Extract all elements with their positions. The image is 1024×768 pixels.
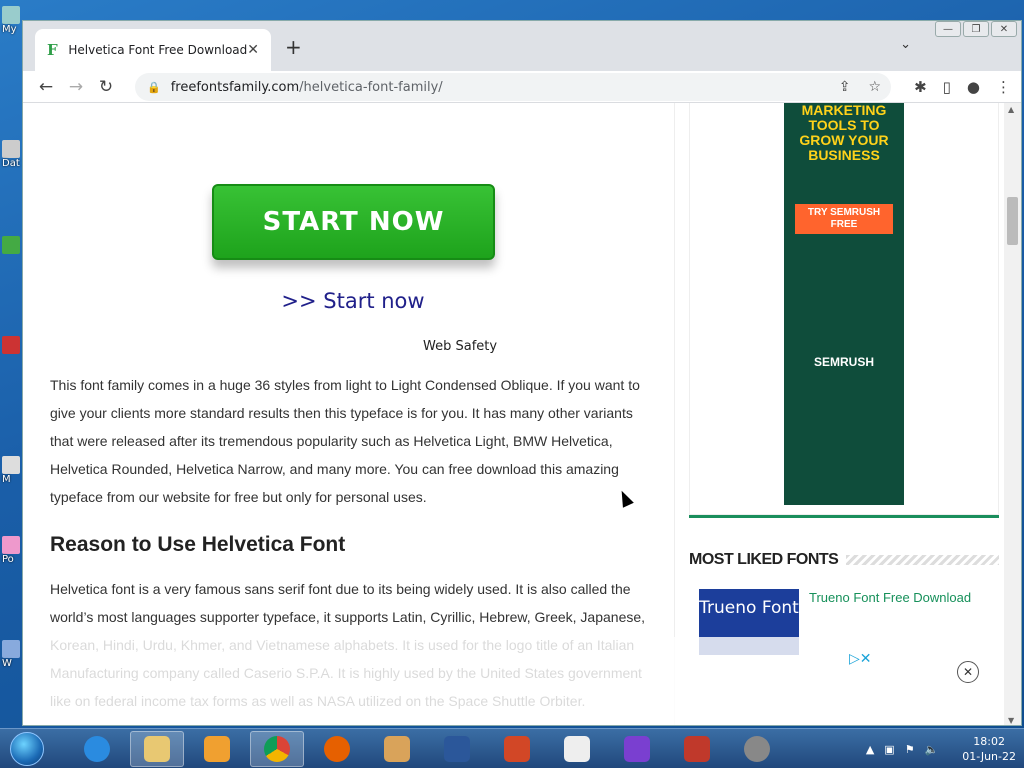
scroll-down-icon[interactable]: ▼ [1008, 716, 1014, 725]
desktop-icon[interactable]: Dat [2, 140, 22, 170]
article: START NOW >> Start now Web Safety This f… [23, 103, 675, 725]
sidebar: MARKETING TOOLS TO GROW YOUR BUSINESS TR… [689, 103, 999, 725]
profile-icon[interactable]: ● [967, 78, 980, 96]
ad-headline: MARKETING TOOLS TO GROW YOUR BUSINESS [799, 103, 889, 163]
restore-icon[interactable]: ❐ [963, 21, 989, 37]
sidebar-divider [689, 515, 999, 518]
start-now-link[interactable]: >> Start now [23, 289, 683, 313]
clock[interactable]: 18:02 01-Jun-22 [962, 734, 1016, 764]
word-icon[interactable] [430, 731, 484, 767]
app-icon[interactable] [610, 731, 664, 767]
window-controls: — ❐ ✕ [935, 21, 1017, 37]
stripe-decoration [846, 555, 999, 565]
tray-expand-icon[interactable]: ▲ [866, 743, 874, 756]
scroll-thumb[interactable] [1007, 197, 1018, 245]
browser-window: F Helvetica Font Free Download ✕ + ⌄ — ❐… [22, 20, 1022, 726]
clock-time: 18:02 [973, 735, 1005, 748]
paint-icon[interactable] [370, 731, 424, 767]
clock-date: 01-Jun-22 [962, 750, 1016, 763]
desktop-icon[interactable]: My [2, 6, 22, 36]
firefox-icon[interactable] [310, 731, 364, 767]
sidepanel-icon[interactable]: ▯ [943, 78, 951, 96]
desktop-icon[interactable] [2, 336, 22, 366]
favicon-icon: F [47, 41, 58, 59]
forward-icon[interactable]: → [61, 77, 91, 97]
paragraph-intro: This font family comes in a huge 36 styl… [50, 377, 640, 505]
start-now-button[interactable]: START NOW [212, 184, 495, 260]
reload-icon[interactable]: ↻ [91, 77, 121, 97]
volume-icon[interactable]: 🔈 [925, 743, 939, 756]
solitaire-icon[interactable] [550, 731, 604, 767]
ie-icon[interactable] [70, 731, 124, 767]
browser-toolbar: ← → ↻ 🔒 freefontsfamily.com/helvetica-fo… [23, 71, 1021, 103]
section-heading: Reason to Use Helvetica Font [50, 533, 346, 556]
extensions-icon[interactable]: ✱ [914, 78, 927, 96]
ad-brand: SEMRUSH [813, 355, 874, 369]
system-tray: ▲ ▣ ⚑ 🔈 18:02 01-Jun-22 [866, 729, 1016, 768]
share-icon[interactable]: ⇪ [839, 79, 851, 95]
explorer-icon[interactable] [130, 730, 184, 767]
font-card-title[interactable]: Trueno Font Free Download [809, 590, 971, 605]
page-scrollbar[interactable]: ▲ ▼ [1004, 103, 1021, 725]
most-liked-header: MOST LIKED FONTS [689, 551, 999, 569]
settings-gear-icon[interactable] [730, 731, 784, 767]
menu-icon[interactable]: ⋮ [996, 78, 1011, 96]
semrush-ad[interactable]: MARKETING TOOLS TO GROW YOUR BUSINESS TR… [784, 103, 904, 505]
url-path: /helvetica-font-family/ [299, 79, 443, 95]
network-icon[interactable]: ▣ [884, 743, 894, 756]
page-content: START NOW >> Start now Web Safety This f… [23, 103, 1006, 725]
url-domain: freefontsfamily.com [170, 79, 300, 95]
scroll-up-icon[interactable]: ▲ [1008, 105, 1014, 114]
taskbar-apps [70, 730, 784, 767]
powerpoint-icon[interactable] [490, 731, 544, 767]
taskbar: ▲ ▣ ⚑ 🔈 18:02 01-Jun-22 [0, 728, 1024, 768]
lock-icon[interactable]: 🔒 [147, 81, 161, 94]
star-icon[interactable]: ☆ [868, 79, 881, 95]
close-window-icon[interactable]: ✕ [991, 21, 1017, 37]
minimize-icon[interactable]: — [935, 21, 961, 37]
close-ad-icon[interactable]: ✕ [957, 661, 979, 683]
tab-active[interactable]: F Helvetica Font Free Download ✕ [35, 29, 271, 71]
tab-title: Helvetica Font Free Download [68, 43, 248, 57]
desktop-icon[interactable]: M [2, 456, 22, 486]
start-orb-icon[interactable] [10, 731, 44, 766]
tab-search-chevron-icon[interactable]: ⌄ [900, 37, 911, 52]
most-liked-title: MOST LIKED FONTS [689, 551, 839, 568]
back-icon[interactable]: ← [31, 77, 61, 97]
antivirus-icon[interactable] [670, 731, 724, 767]
url-text: freefontsfamily.com/helvetica-font-famil… [171, 80, 443, 95]
address-bar[interactable]: 🔒 freefontsfamily.com/helvetica-font-fam… [135, 73, 891, 101]
desktop-icon[interactable]: Po [2, 536, 22, 566]
ad-cta-button[interactable]: TRY SEMRUSH FREE [795, 204, 893, 234]
tab-close-icon[interactable]: ✕ [247, 42, 259, 58]
desktop-icon[interactable]: W [2, 640, 22, 670]
chrome-icon[interactable] [250, 730, 304, 767]
flag-icon[interactable]: ⚑ [905, 743, 915, 756]
new-tab-icon[interactable]: + [285, 35, 302, 59]
tab-strip: F Helvetica Font Free Download ✕ + ⌄ — ❐… [23, 21, 1021, 71]
desktop-icon[interactable] [2, 236, 22, 266]
web-safety-label: Web Safety [423, 339, 498, 354]
adchoices-icon[interactable]: ▷✕ [849, 651, 872, 667]
media-player-icon[interactable] [190, 731, 244, 767]
